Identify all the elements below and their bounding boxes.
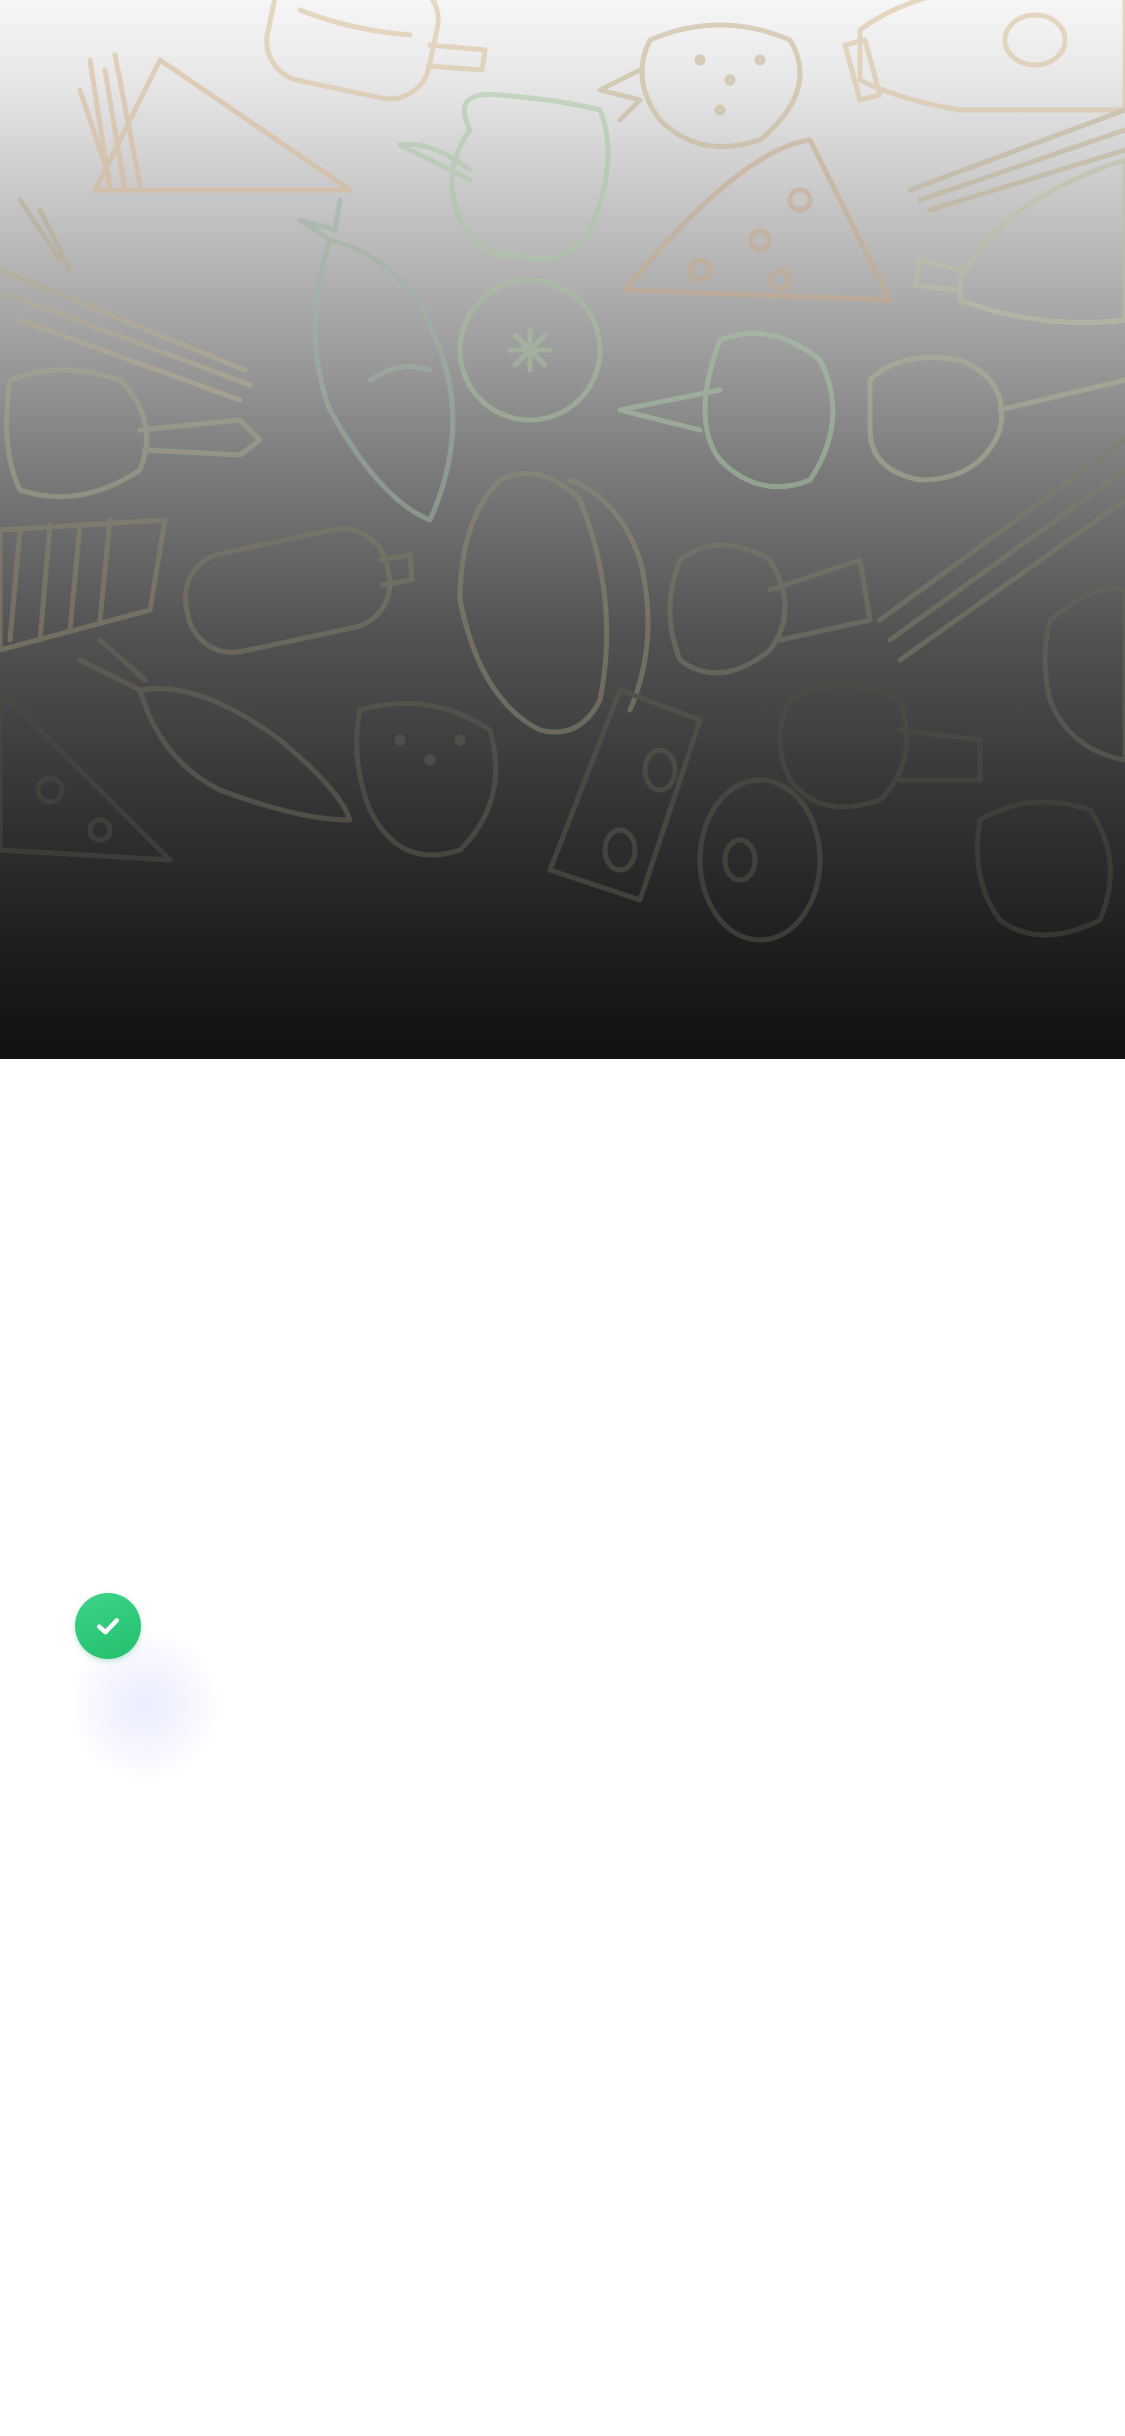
donut-icon [697, 777, 823, 943]
pizza-icon [0, 687, 173, 863]
garlic-icon [617, 330, 836, 490]
bowl-icon [1042, 585, 1125, 763]
drumstick-icon [4, 367, 263, 500]
hero-banner [0, 0, 1125, 1059]
asparagus-icon [877, 437, 1125, 663]
popsicle-icon [264, 0, 488, 102]
tomato-icon [457, 277, 603, 423]
popsicle-icon [182, 526, 415, 655]
fries-icon [77, 52, 353, 193]
asparagus-icon [907, 107, 1125, 213]
pizza-icon [622, 137, 893, 303]
fries-icon [0, 517, 168, 653]
apple-icon [397, 91, 611, 262]
carrot-icon [77, 637, 353, 823]
fish-icon [297, 197, 456, 523]
bottle-icon [842, 0, 1125, 113]
broccoli-icon [667, 542, 873, 676]
success-status-badge [75, 1593, 141, 1659]
strawberry-icon [597, 22, 803, 150]
broccoli-icon [867, 355, 1125, 483]
cheese-icon [547, 687, 703, 903]
strawberry-icon [354, 700, 499, 858]
broccoli-icon [777, 682, 983, 810]
broccoli-icon [975, 799, 1113, 938]
food-pattern [0, 0, 1125, 943]
checkmark-icon [97, 1618, 119, 1635]
